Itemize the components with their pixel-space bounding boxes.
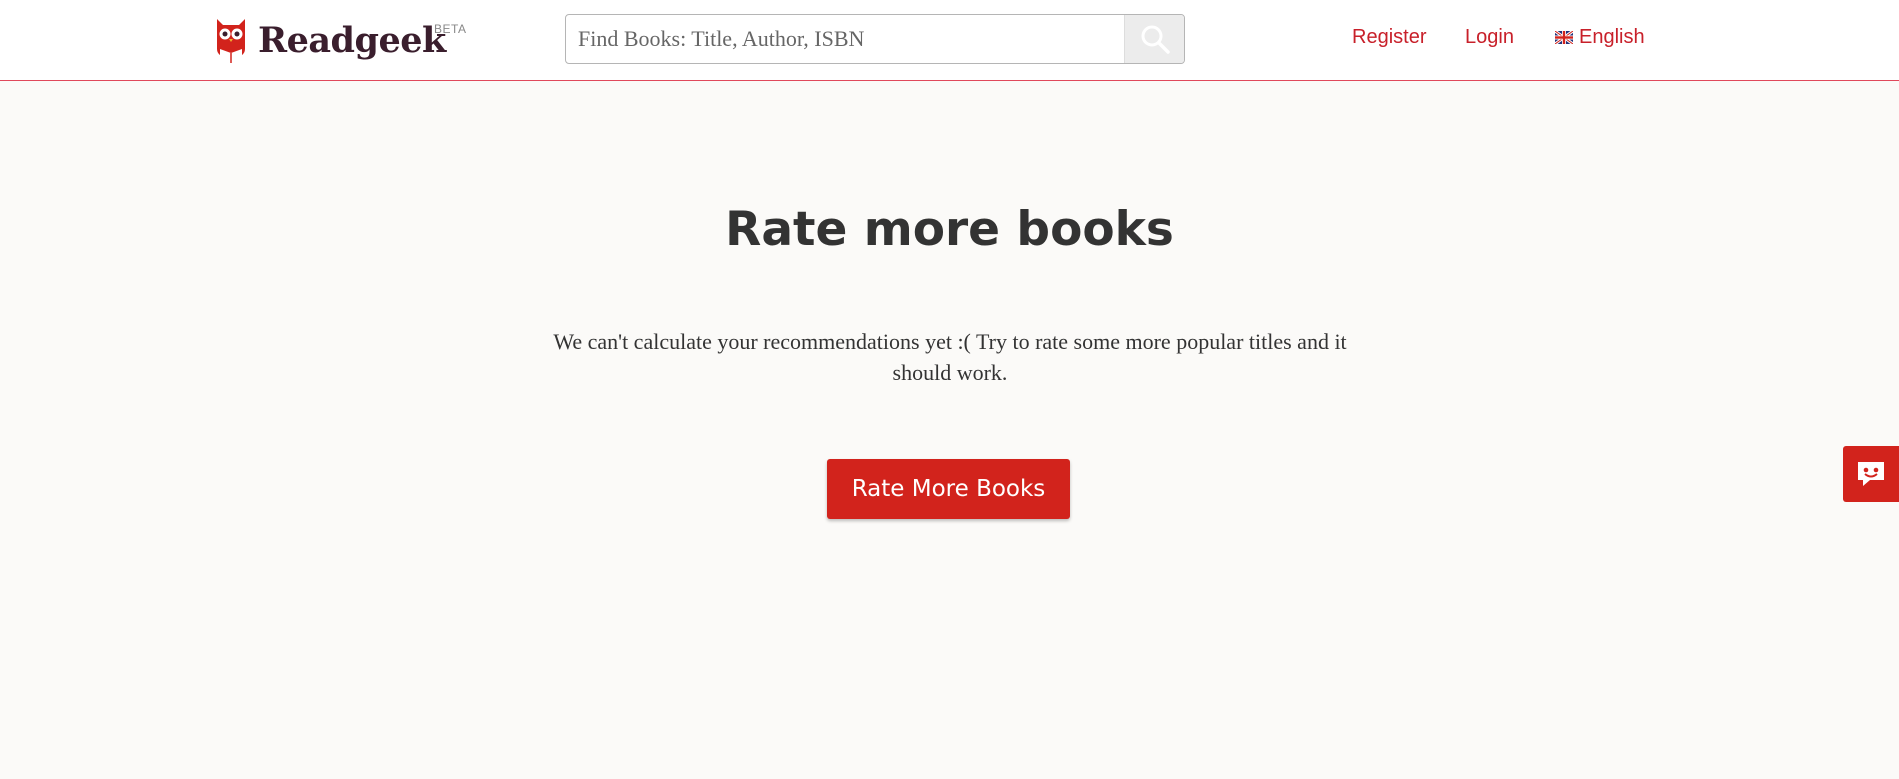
search-button[interactable] <box>1124 15 1184 63</box>
logo-link[interactable]: Readgeek <box>214 14 446 66</box>
register-link[interactable]: Register <box>1352 25 1426 49</box>
top-navigation-bar: Readgeek BETA Register Login English <box>0 0 1899 81</box>
search-form <box>565 14 1185 64</box>
uk-flag-icon <box>1555 30 1573 44</box>
logo-wordmark: Readgeek <box>258 19 446 61</box>
language-selector[interactable]: English <box>1555 25 1645 49</box>
beta-badge: BETA <box>434 22 467 36</box>
page-title: Rate more books <box>725 202 1174 257</box>
rate-more-books-button[interactable]: Rate More Books <box>827 459 1070 519</box>
chat-feedback-icon <box>1858 462 1884 486</box>
search-icon <box>1141 25 1170 54</box>
search-input[interactable] <box>566 15 1124 63</box>
feedback-widget-button[interactable] <box>1843 446 1899 502</box>
language-label: English <box>1579 26 1645 48</box>
owl-logo-icon <box>217 19 245 63</box>
recommendation-message: We can't calculate your recommendations … <box>553 329 1347 385</box>
login-link[interactable]: Login <box>1465 25 1514 49</box>
